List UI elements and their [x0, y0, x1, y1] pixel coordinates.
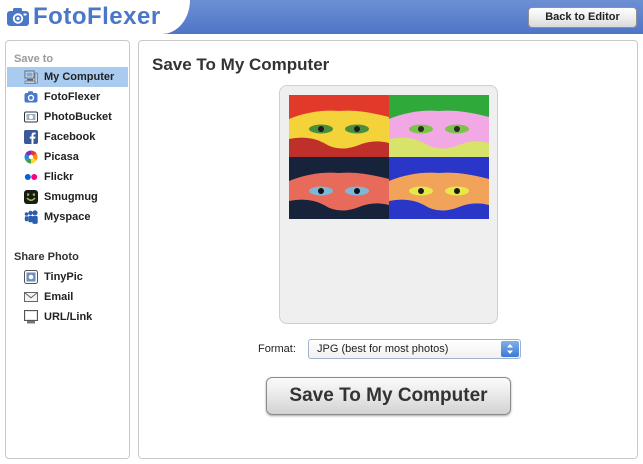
flickr-icon: [24, 170, 38, 184]
sidebar-item-my-computer[interactable]: My Computer: [7, 67, 128, 87]
save-to-heading: Save to: [14, 53, 54, 65]
sidebar-item-myspace[interactable]: Myspace: [7, 207, 128, 227]
share-photo-heading: Share Photo: [14, 251, 79, 263]
logo-tab: FotoFlexer: [0, 0, 190, 34]
fotoflexer-icon: [24, 90, 38, 104]
sidebar-item-picasa[interactable]: Picasa: [7, 147, 128, 167]
format-selected-value: JPG (best for most photos): [317, 343, 449, 355]
sidebar-item-flickr[interactable]: Flickr: [7, 167, 128, 187]
save-dialog: FotoFlexer Back to Editor Save to My Com…: [0, 0, 643, 464]
image-preview-box: [279, 85, 498, 324]
sidebar-item-label: Facebook: [44, 131, 96, 143]
sidebar-item-facebook[interactable]: Facebook: [7, 127, 128, 147]
header-bar: FotoFlexer Back to Editor: [0, 0, 643, 34]
page-title: Save To My Computer: [152, 55, 330, 74]
sidebar-item-label: URL/Link: [44, 311, 93, 323]
photobucket-icon: [24, 110, 38, 124]
save-destinations-sidebar: Save to My Computer FotoFlexer PhotoBuck…: [5, 40, 130, 459]
facebook-icon: [24, 130, 38, 144]
sidebar-item-label: FotoFlexer: [44, 91, 101, 103]
sidebar-item-label: Flickr: [44, 171, 74, 183]
computer-icon: [24, 70, 38, 84]
sidebar-item-label: Myspace: [44, 211, 91, 223]
sidebar-item-tinypic[interactable]: TinyPic: [7, 267, 128, 287]
tinypic-icon: [24, 270, 38, 284]
sidebar-item-label: TinyPic: [44, 271, 83, 283]
sidebar-item-label: My Computer: [44, 71, 115, 83]
sidebar-item-label: PhotoBucket: [44, 111, 112, 123]
camera-icon: [6, 7, 30, 27]
sidebar-item-photobucket[interactable]: PhotoBucket: [7, 107, 128, 127]
sidebar-item-smugmug[interactable]: Smugmug: [7, 187, 128, 207]
format-label: Format:: [258, 343, 296, 355]
app-logo: FotoFlexer: [6, 4, 161, 30]
picasa-icon: [24, 150, 38, 164]
sidebar-item-label: Picasa: [44, 151, 79, 163]
save-to-computer-button[interactable]: Save To My Computer: [266, 377, 511, 415]
smugmug-icon: [24, 190, 38, 204]
sidebar-item-fotoflexer[interactable]: FotoFlexer: [7, 87, 128, 107]
link-icon: [24, 310, 38, 324]
preview-image: [289, 95, 489, 219]
email-icon: [24, 290, 38, 304]
main-panel: Save To My Computer Format: JPG (best fo…: [138, 40, 638, 459]
back-to-editor-button[interactable]: Back to Editor: [528, 7, 637, 28]
format-select[interactable]: JPG (best for most photos): [308, 339, 521, 359]
sidebar-item-label: Email: [44, 291, 74, 303]
app-name: FotoFlexer: [33, 3, 161, 30]
myspace-icon: [24, 210, 38, 224]
sidebar-item-url-link[interactable]: URL/Link: [7, 307, 128, 327]
sidebar-item-email[interactable]: Email: [7, 287, 128, 307]
sidebar-item-label: Smugmug: [44, 191, 98, 203]
up-down-arrows-icon: [501, 341, 519, 357]
